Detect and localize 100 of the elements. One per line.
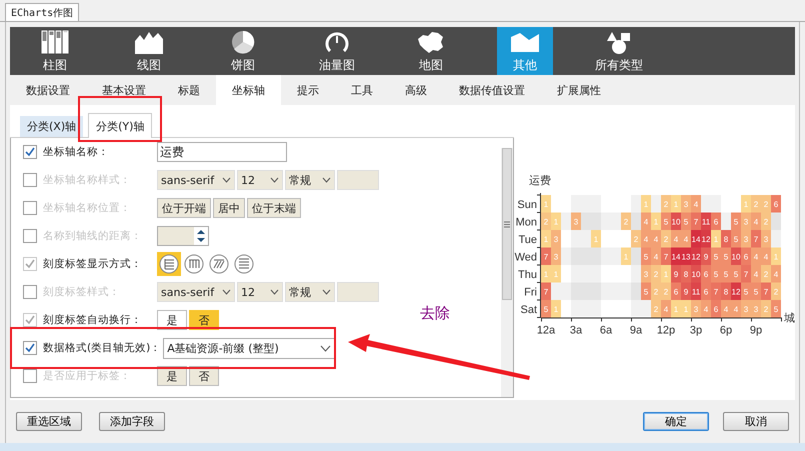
- cell-value: 3: [554, 252, 558, 262]
- axis-title: 城: [784, 312, 795, 324]
- tick-label: 12a: [536, 324, 556, 336]
- settings-tab[interactable]: 扩展属性: [541, 75, 617, 105]
- size-select[interactable]: 12: [237, 282, 283, 302]
- cell-value: 9: [684, 287, 688, 296]
- settings-tab[interactable]: 基本设置: [86, 75, 162, 105]
- cell-value: 5: [644, 287, 648, 296]
- cell-value: 3: [744, 234, 748, 244]
- chart-type-button[interactable]: 油量图: [309, 27, 365, 75]
- cell-value: 5: [774, 304, 778, 314]
- cell-value: 1: [744, 200, 748, 209]
- field-label: 数据格式(类目轴无效)：: [43, 341, 162, 355]
- settings-tab[interactable]: 工具: [335, 75, 389, 105]
- cell-value: 4: [654, 252, 658, 262]
- cell-value: 11: [702, 217, 710, 226]
- cell-value: 2: [764, 200, 768, 209]
- settings-tab[interactable]: 标题: [162, 75, 216, 105]
- cell-value: 5: [714, 270, 718, 279]
- cell-value: 2: [544, 217, 548, 226]
- chart-type-button[interactable]: 饼图: [215, 27, 271, 75]
- cell-value: 7: [544, 287, 548, 296]
- cell-value: 1: [544, 270, 548, 279]
- cell-value: 5: [734, 270, 738, 279]
- cell-value: 2: [764, 304, 768, 314]
- window-tab[interactable]: ECharts作图: [5, 3, 80, 21]
- option-button[interactable]: 否: [189, 366, 219, 386]
- cell-value: 4: [674, 234, 678, 244]
- annotation-text: 去除: [420, 304, 450, 323]
- settings-tab[interactable]: 数据设置: [10, 75, 86, 105]
- dialog-button[interactable]: 添加字段: [99, 412, 165, 430]
- cell-value: 1: [544, 200, 548, 209]
- format-dropdown[interactable]: A基础资源-前缀 (整型): [163, 338, 336, 358]
- chart-type-button[interactable]: 所有类型: [591, 27, 647, 75]
- cell-value: 2: [754, 200, 758, 209]
- day-label: Tue: [518, 234, 537, 246]
- cell-value: 4: [774, 270, 778, 279]
- field-label: 坐标轴名称：: [43, 145, 110, 159]
- day-label: Mon: [516, 216, 537, 228]
- cell-value: 10: [732, 252, 740, 262]
- dialog-button[interactable]: 重选区域: [16, 412, 82, 430]
- text-field[interactable]: 运费: [157, 142, 287, 162]
- option-button[interactable]: 位于末端: [247, 198, 301, 218]
- cell-value: 3: [754, 304, 758, 314]
- size-select[interactable]: 12: [237, 170, 283, 190]
- settings-tab[interactable]: 坐标轴: [216, 75, 281, 105]
- cell-value: 1: [684, 304, 688, 314]
- cell-value: 11: [692, 287, 700, 296]
- cell-value: 5: [734, 234, 738, 244]
- cell-value: 7: [764, 287, 768, 296]
- cell-value: 12: [692, 252, 700, 262]
- chart-type-button[interactable]: 线图: [121, 27, 177, 75]
- day-label: Sat: [520, 304, 537, 316]
- chart-type-button[interactable]: 地图: [403, 27, 459, 75]
- settings-tab[interactable]: 高级: [389, 75, 443, 105]
- cell-value: 4: [694, 200, 698, 209]
- option-button[interactable]: 位于开端: [157, 198, 211, 218]
- cell-value: 5: [744, 287, 748, 296]
- axis-title: 运费: [529, 175, 551, 187]
- settings-tab[interactable]: 数据传值设置: [443, 75, 541, 105]
- option-button[interactable]: 居中: [213, 198, 245, 218]
- field-label: 坐标轴名称位置：: [43, 201, 132, 215]
- axis-tab[interactable]: 分类(Y)轴: [88, 113, 152, 138]
- cell-value: 4: [704, 304, 708, 314]
- cell-value: 4: [734, 304, 738, 314]
- cell-value: 5: [664, 217, 668, 226]
- cell-value: 7: [754, 234, 758, 244]
- cell-value: 6: [774, 200, 778, 209]
- cell-value: 14: [692, 234, 700, 244]
- weight-select[interactable]: 常规: [285, 170, 335, 190]
- cell-value: 1: [554, 217, 558, 226]
- cell-value: 1: [554, 304, 558, 314]
- tick-label: 9a: [630, 324, 642, 336]
- cell-value: 6: [714, 217, 718, 226]
- dialog-button[interactable]: 取消: [723, 412, 789, 430]
- cell-value: 4: [644, 234, 648, 244]
- dialog-button[interactable]: 确定: [643, 412, 709, 430]
- option-button[interactable]: 是: [157, 366, 187, 386]
- cell-value: 2: [774, 287, 778, 296]
- font-select[interactable]: sans-serif: [157, 282, 235, 302]
- chart-type-button[interactable]: 柱图: [27, 27, 83, 75]
- cell-value: 2: [654, 270, 658, 279]
- cell-value: 9: [704, 252, 708, 262]
- font-select[interactable]: sans-serif: [157, 170, 235, 190]
- axis-tab[interactable]: 分类(X)轴: [20, 116, 84, 137]
- cell-value: 1: [644, 200, 648, 209]
- tick-label: 6p: [720, 324, 732, 336]
- settings-tab[interactable]: 提示: [281, 75, 335, 105]
- tick-label: 3p: [690, 324, 702, 336]
- field-label: 是否应用于标签：: [43, 369, 132, 383]
- cell-value: 4: [754, 252, 758, 262]
- cell-value: 2: [764, 270, 768, 279]
- cell-value: 4: [724, 304, 728, 314]
- cell-value: 2: [664, 234, 668, 244]
- weight-select[interactable]: 常规: [285, 282, 335, 302]
- cell-value: 6: [714, 304, 718, 314]
- cell-value: 4: [664, 304, 668, 314]
- field-label: 名称到轴线的距离：: [43, 229, 143, 243]
- cell-value: 5: [724, 252, 728, 262]
- cell-value: 5: [714, 252, 718, 262]
